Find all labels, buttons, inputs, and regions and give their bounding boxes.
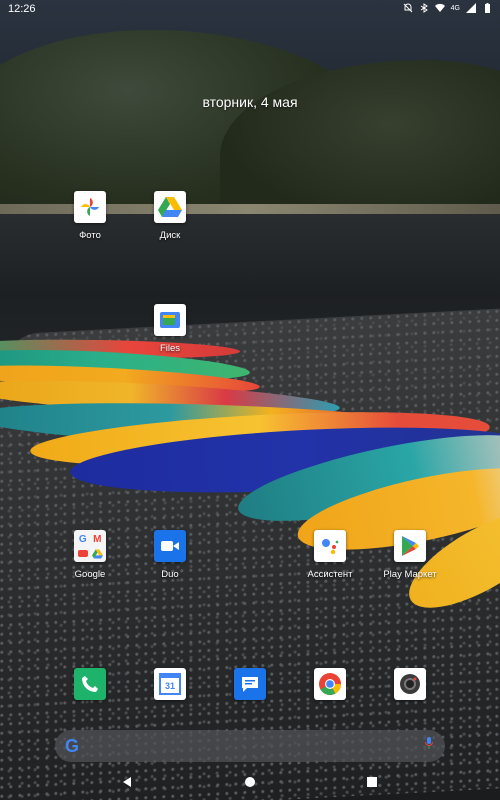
app-photos[interactable]: Фото: [50, 191, 130, 241]
date-widget[interactable]: вторник, 4 мая: [0, 94, 500, 110]
google-photos-tile: [74, 191, 106, 223]
dock-camera[interactable]: [370, 668, 450, 700]
calendar-icon: 31: [159, 673, 181, 695]
chrome-tile: [314, 668, 346, 700]
camera-icon: [400, 674, 420, 694]
google-folder-tile: G M: [74, 530, 106, 562]
google-logo-icon: G: [65, 736, 80, 756]
status-time: 12:26: [8, 3, 36, 15]
google-drive-tile: [154, 191, 186, 223]
app-label: Фото: [79, 230, 101, 241]
gmail-icon: M: [93, 533, 102, 545]
duo-tile: [154, 530, 186, 562]
app-label: Ассистент: [307, 569, 353, 580]
messages-tile: [234, 668, 266, 700]
dock-chrome[interactable]: [290, 668, 370, 700]
assistant-icon: [322, 539, 339, 555]
back-icon[interactable]: [121, 776, 133, 788]
folder-google[interactable]: G M Google: [50, 530, 130, 580]
status-icons: 4G: [403, 3, 492, 13]
microphone-icon[interactable]: [425, 737, 433, 749]
app-assistant[interactable]: Ассистент: [290, 530, 370, 580]
calendar-date: 31: [164, 680, 175, 691]
assistant-tile: [314, 530, 346, 562]
youtube-icon: [77, 550, 88, 557]
app-label: Files: [159, 343, 181, 354]
recents-icon[interactable]: [366, 776, 378, 788]
play-store-icon: [402, 536, 419, 556]
app-duo[interactable]: Duo: [130, 530, 210, 580]
bluetooth-icon: [420, 3, 428, 13]
app-label: Duo: [161, 569, 179, 580]
dock-phone[interactable]: [50, 668, 130, 700]
google-search-bar[interactable]: G: [55, 730, 445, 762]
files-tile: [154, 304, 186, 336]
files-icon: [160, 312, 180, 328]
status-bar: 12:26 4G: [0, 0, 500, 18]
network-label: 4G: [450, 4, 460, 12]
wifi-icon: [434, 3, 445, 13]
dock-calendar[interactable]: 31: [130, 668, 210, 700]
drive-mini-icon: [91, 548, 103, 559]
app-label: Google: [74, 569, 106, 580]
dnd-off-icon: [403, 3, 413, 13]
app-label: Диск: [159, 230, 181, 241]
chrome-icon: [319, 673, 341, 695]
calendar-tile: 31: [154, 668, 186, 700]
camera-tile: [394, 668, 426, 700]
phone-tile: [74, 668, 106, 700]
google-drive-icon: [158, 197, 182, 217]
phone-icon: [82, 676, 98, 692]
messages-icon: [242, 677, 258, 692]
app-label: Play Маркет: [383, 569, 437, 580]
app-play-store[interactable]: Play Маркет: [370, 530, 450, 580]
app-files[interactable]: Files: [130, 304, 210, 354]
navigation-bar: [0, 766, 500, 800]
home-icon[interactable]: [244, 776, 256, 788]
google-icon: G: [78, 533, 87, 545]
play-store-tile: [394, 530, 426, 562]
dock-messages[interactable]: [210, 668, 290, 700]
duo-icon: [161, 541, 179, 551]
app-drive[interactable]: Диск: [130, 191, 210, 241]
battery-icon: [485, 3, 490, 13]
google-photos-icon: [81, 198, 99, 216]
signal-icon: [466, 3, 476, 13]
